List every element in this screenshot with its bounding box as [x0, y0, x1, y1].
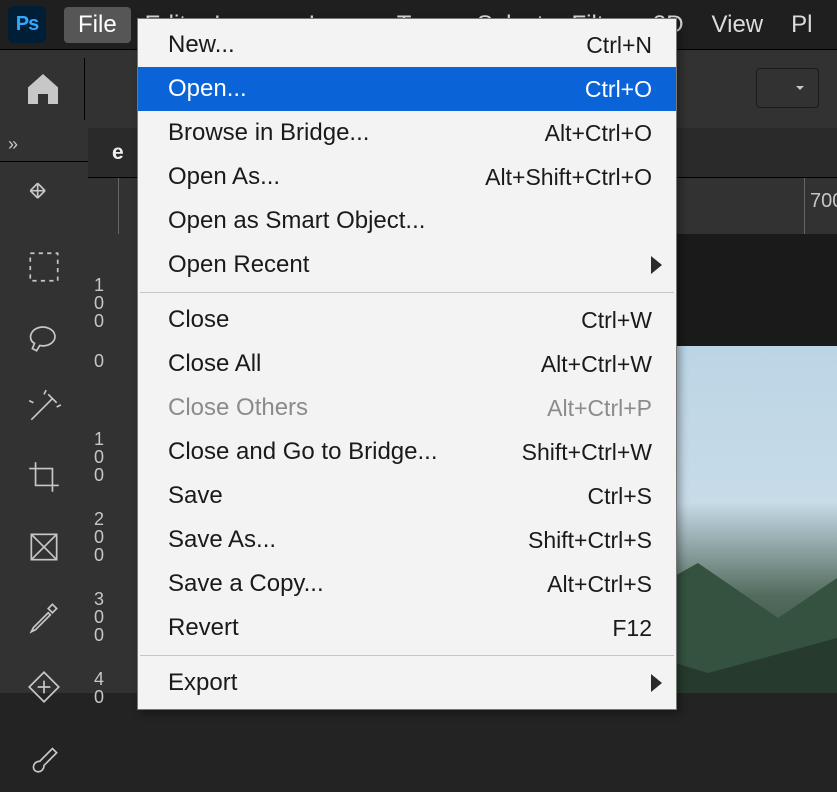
- ruler-v-label: 3 0 0: [94, 590, 104, 644]
- menu-item-label: Save As...: [168, 526, 528, 554]
- crop-icon: [25, 458, 63, 496]
- menu-item-shortcut: Ctrl+W: [581, 307, 652, 334]
- menu-item-label: Save a Copy...: [168, 570, 547, 598]
- menu-item-label: Close All: [168, 350, 541, 378]
- menu-item-label: Close: [168, 306, 581, 334]
- tool-eyedropper[interactable]: [0, 582, 88, 652]
- menu-item-export[interactable]: Export: [138, 661, 676, 705]
- menu-item-open-as-smart-object[interactable]: Open as Smart Object...: [138, 199, 676, 243]
- toolbar-expand-label: »: [8, 134, 18, 155]
- menu-item-shortcut: Ctrl+N: [586, 32, 652, 59]
- menu-item-shortcut: Ctrl+S: [587, 483, 652, 510]
- ruler-h-label: 700: [810, 190, 837, 213]
- menu-item-label: New...: [168, 31, 586, 59]
- toolbar: [0, 162, 89, 693]
- wand-icon: [25, 388, 63, 426]
- home-icon: [23, 69, 63, 109]
- app-logo[interactable]: Ps: [8, 6, 46, 43]
- menu-item-label: Close and Go to Bridge...: [168, 438, 522, 466]
- menu-item-label: Save: [168, 482, 587, 510]
- tool-crop[interactable]: [0, 442, 88, 512]
- menu-item-close-all[interactable]: Close AllAlt+Ctrl+W: [138, 342, 676, 386]
- marquee-icon: [25, 248, 63, 286]
- heal-icon: [25, 668, 63, 706]
- menu-item-label: Browse in Bridge...: [168, 119, 545, 147]
- menu-item-label: Open...: [168, 75, 585, 103]
- options-dropdown[interactable]: [756, 68, 819, 108]
- menu-item-save[interactable]: SaveCtrl+S: [138, 474, 676, 518]
- move-icon: [25, 178, 63, 216]
- app-logo-text: Ps: [16, 13, 38, 36]
- menu-separator: [140, 655, 674, 656]
- menu-item-label: Open As...: [168, 163, 485, 191]
- tool-brush[interactable]: [0, 722, 88, 792]
- chevron-down-icon: [792, 80, 808, 96]
- menu-item-shortcut: Alt+Ctrl+P: [547, 395, 652, 422]
- brush-icon: [25, 738, 63, 776]
- menu-item-label: Open Recent: [168, 251, 652, 279]
- menu-item-shortcut: Alt+Shift+Ctrl+O: [485, 164, 652, 191]
- menu-item-shortcut: Alt+Ctrl+O: [545, 120, 652, 147]
- ruler-vertical: 1 0 001 0 02 0 03 0 04 0: [88, 234, 139, 693]
- file-menu: New...Ctrl+NOpen...Ctrl+OBrowse in Bridg…: [137, 18, 677, 710]
- document-tab-label: e: [112, 141, 124, 165]
- menu-item-open[interactable]: Open...Ctrl+O: [138, 67, 676, 111]
- toolbar-expand[interactable]: »: [0, 128, 90, 162]
- tool-wand[interactable]: [0, 372, 88, 442]
- tool-marquee[interactable]: [0, 232, 88, 302]
- menubar-item-pl[interactable]: Pl: [777, 7, 826, 43]
- tool-heal[interactable]: [0, 652, 88, 722]
- home-button[interactable]: [18, 67, 68, 111]
- lasso-icon: [25, 318, 63, 356]
- menu-item-shortcut: Ctrl+O: [585, 76, 652, 103]
- menu-item-browse-in-bridge[interactable]: Browse in Bridge...Alt+Ctrl+O: [138, 111, 676, 155]
- ruler-h-tick: [118, 178, 119, 234]
- frame-icon: [25, 528, 63, 566]
- menu-item-shortcut: Alt+Ctrl+S: [547, 571, 652, 598]
- tool-frame[interactable]: [0, 512, 88, 582]
- menu-item-open-as[interactable]: Open As...Alt+Shift+Ctrl+O: [138, 155, 676, 199]
- ruler-v-label: 0: [94, 352, 104, 370]
- menu-item-close-others: Close OthersAlt+Ctrl+P: [138, 386, 676, 430]
- menu-item-shortcut: Shift+Ctrl+S: [528, 527, 652, 554]
- menu-item-label: Open as Smart Object...: [168, 207, 652, 235]
- menu-item-save-a-copy[interactable]: Save a Copy...Alt+Ctrl+S: [138, 562, 676, 606]
- menu-item-shortcut: Alt+Ctrl+W: [541, 351, 652, 378]
- ruler-v-label: 4 0: [94, 670, 104, 706]
- menu-item-close-and-go-to-bridge[interactable]: Close and Go to Bridge...Shift+Ctrl+W: [138, 430, 676, 474]
- menu-item-open-recent[interactable]: Open Recent: [138, 243, 676, 287]
- ruler-v-label: 1 0 0: [94, 276, 104, 330]
- tool-move[interactable]: [0, 162, 88, 232]
- ruler-v-label: 1 0 0: [94, 430, 104, 484]
- menu-item-label: Revert: [168, 614, 612, 642]
- ruler-v-label: 2 0 0: [94, 510, 104, 564]
- submenu-arrow-icon: [651, 674, 662, 692]
- menu-item-new[interactable]: New...Ctrl+N: [138, 23, 676, 67]
- menu-item-close[interactable]: CloseCtrl+W: [138, 298, 676, 342]
- menu-separator: [140, 292, 674, 293]
- submenu-arrow-icon: [651, 256, 662, 274]
- menubar-item-file[interactable]: File: [64, 7, 131, 43]
- ruler-h-tick: [804, 178, 805, 234]
- eyedropper-icon: [25, 598, 63, 636]
- menu-item-revert[interactable]: RevertF12: [138, 606, 676, 650]
- menu-item-shortcut: Shift+Ctrl+W: [522, 439, 652, 466]
- menu-item-save-as[interactable]: Save As...Shift+Ctrl+S: [138, 518, 676, 562]
- tool-lasso[interactable]: [0, 302, 88, 372]
- menu-item-label: Close Others: [168, 394, 547, 422]
- menubar-item-view[interactable]: View: [698, 7, 778, 43]
- options-separator: [84, 58, 85, 120]
- menu-item-shortcut: F12: [612, 615, 652, 642]
